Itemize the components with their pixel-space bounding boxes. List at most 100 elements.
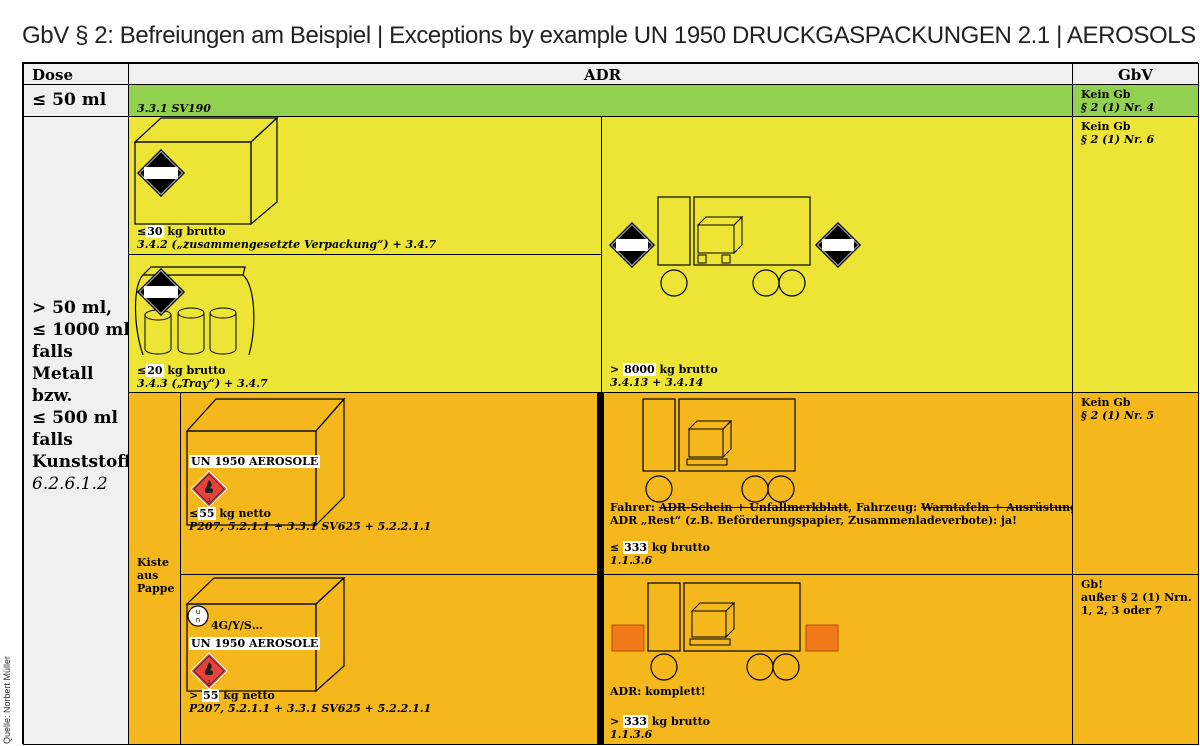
weight-unit: kg brutto <box>167 364 226 377</box>
row1-dose: ≤ 50 ml <box>23 84 129 117</box>
row4-gbv-line: 1, 2, 3 oder 7 <box>1081 604 1163 617</box>
box-a-weight: ≤30 kg brutto <box>137 225 226 238</box>
row4-box: u n 4G/Y/S… UN 1950 AEROSOLE 2 > 55 kg n… <box>180 574 602 745</box>
flammable-gas-2.1-label-icon: 2 <box>190 470 228 508</box>
dose-line: > 50 ml, <box>32 298 113 318</box>
weight-prefix: > <box>610 363 620 376</box>
row2-dose-lines: > 50 ml, ≤ 1000 ml falls Metall bzw. ≤ 5… <box>32 297 129 495</box>
weight-unit: kg brutto <box>167 225 226 238</box>
un-prefix: UN <box>191 637 211 650</box>
un-number: 1950 <box>214 455 246 468</box>
weight-prefix: ≤ <box>189 507 199 520</box>
dose-line: Kunststoff <box>32 452 129 472</box>
weight-unit: kg brutto <box>651 541 711 554</box>
row2-dose: > 50 ml, ≤ 1000 ml falls Metall bzw. ≤ 5… <box>23 116 129 745</box>
weight-prefix: ≤ <box>610 541 620 554</box>
limited-quantity-mark-icon <box>136 148 186 198</box>
vehicle-prefix: , Fahrzeug: <box>848 501 918 514</box>
box-b-weight: ≤20 kg brutto <box>137 364 226 377</box>
row2-gbv: Kein Gb § 2 (1) Nr. 6 <box>1072 116 1199 393</box>
weight-number: 55 <box>198 507 216 520</box>
weight-number: 333 <box>623 715 649 728</box>
dose-line: bzw. <box>32 386 73 406</box>
weight-unit: kg brutto <box>651 715 711 728</box>
row2-box-b: ≤20 kg brutto 3.4.3 („Tray“) + 3.4.7 <box>128 254 602 393</box>
row3-box-ref: P207, 5.2.1.1 + 3.3.1 SV625 + 5.2.2.1.1 <box>189 520 432 533</box>
weight-number: 55 <box>202 689 220 702</box>
kiste-line: Kiste <box>137 556 170 569</box>
un-mark-top: u <box>196 608 200 616</box>
row4-box-weight: > 55 kg netto <box>189 689 275 702</box>
dose-line: ≤ 500 ml <box>32 408 119 428</box>
flammable-gas-2.1-label-icon: 2 <box>190 652 228 690</box>
weight-number: 20 <box>146 364 164 377</box>
weight-number: 333 <box>623 541 649 554</box>
row4-truck-weight: > 333 kg brutto <box>610 715 710 728</box>
row3-box: UN 1950 AEROSOLE 2 ≤55 kg netto P207, 5.… <box>180 392 602 575</box>
row1-adr-ref: 3.3.1 SV190 <box>137 102 211 115</box>
weight-number: 8000 <box>623 363 656 376</box>
threshold-divider <box>597 392 604 745</box>
row2-truck: > 8000 kg brutto 3.4.13 + 3.4.14 <box>601 116 1073 393</box>
row3-un-label: UN 1950 AEROSOLE <box>189 455 321 468</box>
truck-drawing <box>642 398 796 503</box>
page-title: GbV § 2: Befreiungen am Beispiel | Excep… <box>22 22 1200 49</box>
driver-struck: ADR-Schein + Unfallmerkblatt <box>658 501 849 514</box>
un-packaging-mark-icon: u n <box>187 605 209 627</box>
row4-gbv: Gb! außer § 2 (1) Nrn. 1, 2, 3 oder 7 <box>1072 574 1199 745</box>
row2-truck-weight: > 8000 kg brutto <box>610 363 718 376</box>
orange-plate-icon <box>805 624 839 652</box>
truck-with-orange-plates-drawing <box>611 582 839 681</box>
exceptions-table: Dose ADR GbV ≤ 50 ml 3.3.1 SV190 Kein Gb… <box>22 62 1199 745</box>
row3-box-weight: ≤55 kg netto <box>189 507 271 520</box>
svg-text:2: 2 <box>207 498 210 504</box>
limited-quantity-mark-icon <box>136 267 186 317</box>
kiste-column: Kiste aus Pappe <box>128 392 181 745</box>
svg-text:2: 2 <box>207 680 210 686</box>
row4-un-label: UN 1950 AEROSOLE <box>189 637 321 650</box>
weight-prefix: ≤ <box>137 364 147 377</box>
box-a-ref: 3.4.2 („zusammengesetzte Verpackung“) + … <box>137 238 437 251</box>
row3-truck-ref: 1.1.3.6 <box>610 554 653 567</box>
weight-prefix: > <box>610 715 620 728</box>
header-adr-label: ADR <box>584 66 622 84</box>
truck-with-lq-marks-drawing <box>608 196 862 297</box>
header-dose: Dose <box>23 63 129 85</box>
un-name: AEROSOLE <box>248 637 319 650</box>
row3-truck-weight: ≤ 333 kg brutto <box>610 541 710 554</box>
weight-unit: kg netto <box>223 689 275 702</box>
dose-line: falls <box>32 430 73 450</box>
row1-adr: 3.3.1 SV190 <box>128 84 1073 117</box>
row2-gbv-line1: Kein Gb <box>1081 120 1131 133</box>
row4-gbv-line: Gb! <box>1081 578 1103 591</box>
un-number: 1950 <box>214 637 246 650</box>
row1-gbv-line2: § 2 (1) Nr. 4 <box>1081 101 1155 114</box>
row4-pkg-code: 4G/Y/S… <box>211 619 263 632</box>
row1-gbv-line1: Kein Gb <box>1081 88 1131 101</box>
vehicle-struck: Warntafeln + Ausrüstung <box>920 501 1073 514</box>
row2-gbv-line2: § 2 (1) Nr. 6 <box>1081 133 1155 146</box>
un-mark-bottom: n <box>196 616 200 624</box>
row3-rest-line: ADR „Rest“ (z.B. Beförderungspapier, Zus… <box>610 514 1017 527</box>
header-gbv-label: GbV <box>1118 66 1153 84</box>
row4-gbv-line: außer § 2 (1) Nrn. <box>1081 591 1192 604</box>
header-gbv: GbV <box>1072 63 1199 85</box>
row3-gbv-line1: Kein Gb <box>1081 396 1131 409</box>
orange-plate-icon <box>611 624 645 652</box>
row1-gbv: Kein Gb § 2 (1) Nr. 4 <box>1072 84 1199 117</box>
row3-gbv: Kein Gb § 2 (1) Nr. 5 <box>1072 392 1199 575</box>
weight-unit: kg brutto <box>659 363 718 376</box>
dose-line: 6.2.6.1.2 <box>32 474 108 494</box>
row4-adr-full: ADR: komplett! <box>610 685 706 698</box>
weight-prefix: ≤ <box>137 225 147 238</box>
kiste-line: aus <box>137 569 159 582</box>
source-credit: Quelle: Norbert Müller <box>2 655 12 744</box>
dose-line: ≤ 1000 ml <box>32 320 129 340</box>
row2-box-a: ≤30 kg brutto 3.4.2 („zusammengesetzte V… <box>128 116 602 255</box>
un-prefix: UN <box>191 455 211 468</box>
weight-prefix: > <box>189 689 199 702</box>
limited-quantity-mark-icon <box>608 221 656 269</box>
header-dose-label: Dose <box>32 66 74 84</box>
row4-box-ref: P207, 5.2.1.1 + 3.3.1 SV625 + 5.2.2.1.1 <box>189 702 432 715</box>
dose-line: falls <box>32 342 73 362</box>
